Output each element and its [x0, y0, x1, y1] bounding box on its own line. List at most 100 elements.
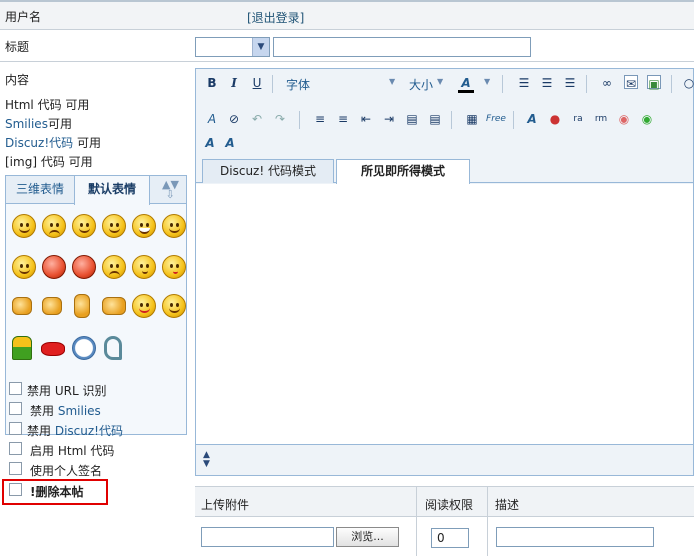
text-effect-icon[interactable]: A [524, 111, 540, 127]
chevron-down-icon: ▼ [252, 38, 269, 56]
laugh-icon[interactable] [12, 255, 36, 279]
email-icon[interactable]: ✉ [624, 75, 638, 91]
italic-icon[interactable]: I [226, 75, 242, 91]
font-size-select[interactable]: 大小 [409, 76, 433, 93]
tab-default-smilies[interactable]: 默认表情 [74, 176, 150, 205]
smilies-link[interactable]: Smilies [5, 117, 48, 131]
delete-post-checkbox[interactable] [9, 483, 22, 496]
username-row: 用户名 [退出登录] [0, 0, 694, 30]
man-icon[interactable] [12, 336, 32, 360]
kiss-icon[interactable] [162, 255, 186, 279]
chevron-down-icon[interactable]: ▼ [484, 77, 490, 86]
float-left-icon[interactable]: ▤ [404, 111, 420, 127]
happy-icon[interactable] [72, 214, 96, 238]
image-icon[interactable]: ▣ [647, 75, 661, 91]
font-shadow-icon[interactable]: A [202, 135, 218, 151]
editor-footer: ▲ ▼ [196, 444, 693, 475]
username-label: 用户名 [5, 10, 42, 24]
shy-icon[interactable] [102, 214, 126, 238]
font-family-select[interactable]: 字体 [286, 76, 310, 93]
attachment-row: 浏览... 0 [195, 517, 694, 556]
align-center-icon[interactable]: ☰ [539, 75, 555, 91]
tongue-icon[interactable] [132, 294, 156, 318]
handshake-icon[interactable] [102, 297, 126, 315]
align-left-icon[interactable]: ☰ [516, 75, 532, 91]
description-input[interactable] [496, 527, 654, 547]
phone-icon[interactable] [104, 336, 122, 360]
font-glow-icon[interactable]: A [222, 135, 238, 151]
sort-arrows-icon[interactable]: ▲▼ ⇩ [162, 179, 184, 202]
redo-icon[interactable]: ↷ [272, 111, 288, 127]
attachment-header: 上传附件 阅读权限 描述 [195, 486, 694, 517]
title-type-select[interactable]: ▼ [195, 37, 270, 57]
tab-3d-smilies[interactable]: 三维表情 [6, 176, 74, 204]
table-icon[interactable]: ▦ [464, 111, 480, 127]
victory-icon[interactable] [74, 294, 90, 318]
point-left-icon[interactable] [12, 297, 32, 315]
remove-format-icon[interactable]: A [204, 111, 220, 127]
chevron-down-icon[interactable]: ▼ [437, 77, 443, 86]
lips-icon[interactable] [41, 342, 65, 356]
mad-icon[interactable] [72, 255, 96, 279]
resize-icon[interactable]: ▲ ▼ [203, 451, 223, 471]
free-icon[interactable]: Free [485, 111, 507, 127]
editor-toolbar-insert: A ⊘ ↶ ↷ ≡ ≡ ⇤ ⇥ ▤ ▤ ▦ Free A ● ra rm ◉ ◉ [196, 105, 693, 131]
discuz-status-label: 可用 [76, 136, 101, 150]
outdent-icon[interactable]: ⇤ [358, 111, 374, 127]
search-icon[interactable]: ○ [681, 75, 694, 91]
undo-icon[interactable]: ↶ [249, 111, 265, 127]
cry-icon[interactable] [102, 255, 126, 279]
unordered-list-icon[interactable]: ≡ [335, 111, 351, 127]
disable-url-checkbox[interactable] [9, 382, 22, 395]
enable-html-label: 启用 Html 代码 [30, 444, 115, 458]
editor-toolbar-format: B I U 字体 ▼ 大小 ▼ A ▼ ☰ ☰ ☰ ∞ ✉ ▣ ○ [196, 69, 694, 97]
delete-post-label: !删除本帖 [30, 485, 84, 499]
smile-icon[interactable] [12, 214, 36, 238]
img-status-label: 可用 [68, 155, 93, 169]
permission-input[interactable]: 0 [431, 528, 469, 548]
float-right-icon[interactable]: ▤ [427, 111, 443, 127]
editor-content-area[interactable] [196, 184, 693, 444]
title-input[interactable] [273, 37, 531, 57]
underline-icon[interactable]: U [249, 75, 265, 91]
indent-icon[interactable]: ⇥ [381, 111, 397, 127]
logout-link[interactable]: [退出登录] [247, 9, 304, 26]
link-icon[interactable]: ∞ [599, 75, 615, 91]
discuz-code-link[interactable]: Discuz!代码 [5, 136, 73, 150]
angry-icon[interactable] [42, 255, 66, 279]
bold-icon[interactable]: B [204, 75, 220, 91]
title-row: 标题 ▼ [0, 30, 694, 62]
upload-file-input[interactable] [201, 527, 334, 547]
wink-icon[interactable] [162, 214, 186, 238]
editor-toolbar-extra: A A [196, 133, 693, 153]
clock-icon[interactable] [72, 336, 96, 360]
media-play-icon[interactable]: ◉ [616, 111, 632, 127]
enable-html-checkbox[interactable] [9, 442, 22, 455]
disable-url-label: 禁用 URL 识别 [27, 384, 107, 398]
grin-icon[interactable] [132, 214, 156, 238]
font-color-icon[interactable]: A [458, 75, 474, 93]
windows-media-icon[interactable]: rm [593, 111, 609, 127]
real-media-icon[interactable]: ra [570, 111, 586, 127]
content-label: 内容 [5, 73, 30, 87]
sad-icon[interactable] [42, 214, 66, 238]
upload-header: 上传附件 [201, 498, 250, 512]
tab-code-mode[interactable]: Discuz! 代码模式 [202, 159, 334, 183]
use-signature-checkbox[interactable] [9, 462, 22, 475]
disable-smilies-checkbox[interactable] [9, 402, 22, 415]
point-right-icon[interactable] [42, 297, 62, 315]
disable-discuz-checkbox[interactable] [9, 422, 22, 435]
tab-wysiwyg-mode[interactable]: 所见即所得模式 [336, 159, 470, 184]
align-right-icon[interactable]: ☰ [562, 75, 578, 91]
qq-icon[interactable]: ● [547, 111, 563, 127]
unlink-icon[interactable]: ⊘ [226, 111, 242, 127]
use-signature-label: 使用个人签名 [30, 464, 103, 478]
left-column: 内容 Html 代码 可用 Smilies可用 Discuz!代码 可用 [im… [0, 62, 194, 556]
flash-icon[interactable]: ◉ [639, 111, 655, 127]
think-icon[interactable] [132, 255, 156, 279]
browse-button[interactable]: 浏览... [336, 527, 399, 547]
chevron-down-icon[interactable]: ▼ [389, 77, 395, 86]
ordered-list-icon[interactable]: ≡ [312, 111, 328, 127]
disable-smilies-label: 禁用 Smilies [30, 404, 101, 418]
smile2-icon[interactable] [162, 294, 186, 318]
